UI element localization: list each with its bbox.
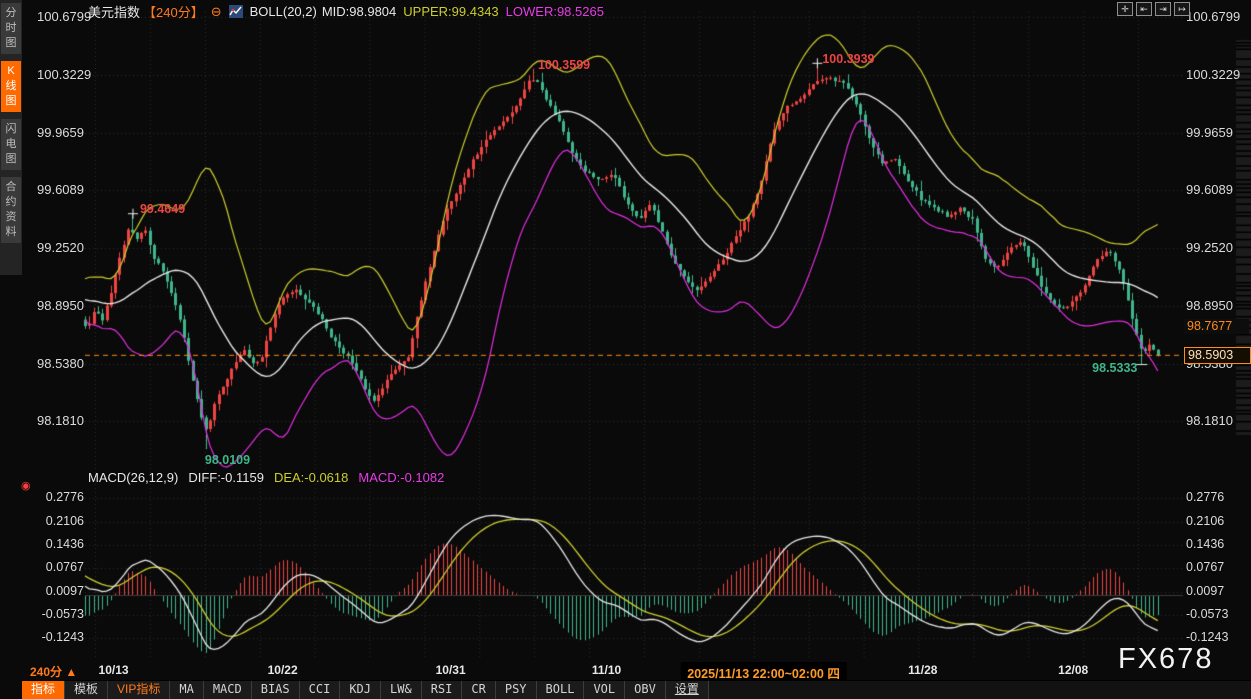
pan-right-icon[interactable]: ↦ [1174, 2, 1190, 16]
extreme-price-label: 100.3939 [822, 52, 874, 66]
price-tag-98.5903: 98.5903 [1184, 347, 1251, 364]
toolbar-item-模板[interactable]: 模板 [65, 681, 108, 699]
time-axis-label: 10/13 [99, 663, 129, 677]
macd-axis-label: 0.2776 [0, 490, 84, 504]
boll-label: BOLL(20,2) [250, 4, 317, 19]
red-dot-icon[interactable]: ◉ [21, 479, 31, 492]
toolbar-item-BIAS[interactable]: BIAS [252, 681, 300, 699]
macd-dea-value: DEA:-0.0618 [274, 470, 348, 485]
boll-indicator-icon[interactable] [229, 5, 243, 18]
price-axis-label: 99.6089 [37, 182, 84, 197]
indicator-toolbar: 指标模板VIP指标MAMACDBIASCCIKDJLW&RSICRPSYBOLL… [22, 680, 1251, 699]
macd-axis-label: -0.0573 [1186, 607, 1228, 621]
macd-diff-value: DIFF:-0.1159 [188, 470, 264, 485]
boll-upper-value: UPPER:99.4343 [403, 4, 498, 19]
time-axis-label: 11/28 [908, 663, 937, 677]
boll-mid-value: MID:98.9804 [322, 4, 396, 19]
price-axis-label: 99.9659 [1186, 125, 1233, 140]
macd-axis-label: 0.1436 [0, 537, 84, 551]
toolbar-item-CR[interactable]: CR [462, 681, 495, 699]
time-axis: 240分 ▲ 2025/11/13 22:00~02:00 四 10/1310/… [0, 662, 1251, 681]
price-chart-canvas[interactable] [0, 0, 1251, 662]
toolbar-item-指标[interactable]: 指标 [22, 681, 65, 699]
macd-axis-label: -0.0573 [0, 607, 84, 621]
sidebar-item-闪电图[interactable]: 闪电图 [1, 119, 21, 170]
macd-axis-label: 0.0097 [0, 584, 84, 598]
time-axis-label: 10/31 [436, 663, 466, 677]
chart-type-sidebar: 分时图 K线图闪电图合约资料 [0, 0, 22, 275]
sidebar-item-K线图[interactable]: K线图 [1, 61, 21, 112]
macd-title: MACD(26,12,9) [88, 470, 178, 485]
sidebar-item-分时图[interactable]: 分时图 [1, 3, 21, 54]
compress-x-left-icon[interactable]: ⇤ [1136, 2, 1152, 16]
toolbar-item-设置[interactable]: 设置 [666, 681, 709, 699]
macd-axis-label: -0.1243 [1186, 630, 1228, 644]
price-axis-label: 99.9659 [37, 125, 84, 140]
price-axis-label: 100.3229 [1186, 67, 1240, 82]
macd-axis-label: 0.0767 [0, 560, 84, 574]
macd-axis-label: 0.0097 [1186, 584, 1224, 598]
macd-macd-value: MACD:-0.1082 [358, 470, 444, 485]
price-axis-label: 100.6799 [37, 9, 91, 24]
macd-axis-label: 0.1436 [1186, 537, 1224, 551]
price-axis-label: 100.6799 [1186, 9, 1240, 24]
time-axis-label: 10/22 [268, 663, 298, 677]
macd-axis-label: 0.0767 [1186, 560, 1224, 574]
toolbar-item-PSY[interactable]: PSY [496, 681, 537, 699]
toolbar-item-KDJ[interactable]: KDJ [340, 681, 381, 699]
macd-axis-label: 0.2106 [0, 514, 84, 528]
price-axis-label: 98.8950 [37, 298, 84, 313]
chart-toolbox: ✛⇤⇥↦ [1117, 2, 1190, 16]
toolbar-item-MA[interactable]: MA [170, 681, 203, 699]
macd-axis-label: 0.2106 [1186, 514, 1224, 528]
macd-axis-label: 0.2776 [1186, 490, 1224, 504]
toolbar-item-CCI[interactable]: CCI [300, 681, 341, 699]
boll-lower-value: LOWER:98.5265 [506, 4, 604, 19]
collapse-icon[interactable]: ⊖ [211, 4, 222, 20]
crosshair-icon[interactable]: ✛ [1117, 2, 1133, 16]
price-axis-label: 99.2520 [37, 240, 84, 255]
time-axis-label: 11/10 [592, 663, 621, 677]
price-axis-label: 100.3229 [37, 67, 91, 82]
toolbar-item-LW&[interactable]: LW& [381, 681, 422, 699]
price-axis-label: 98.1810 [37, 413, 84, 428]
chart-header: 美元指数 【240分】 ⊖ BOLL(20,2) MID:98.9804 UPP… [88, 2, 604, 21]
macd-header: MACD(26,12,9) DIFF:-0.1159 DEA:-0.0618 M… [88, 470, 444, 485]
interval-label[interactable]: 240分 ▲ [30, 663, 77, 680]
extreme-price-label: 98.5333 [1092, 361, 1137, 375]
toolbar-item-RSI[interactable]: RSI [422, 681, 463, 699]
compress-x-right-icon[interactable]: ⇥ [1155, 2, 1171, 16]
sidebar-item-合约资料[interactable]: 合约资料 [1, 177, 21, 243]
extreme-price-label: 100.3599 [538, 58, 590, 72]
price-tag-98.7677: 98.7677 [1184, 319, 1249, 334]
price-axis-label: 99.6089 [1186, 182, 1233, 197]
price-axis-label: 99.2520 [1186, 240, 1233, 255]
trading-terminal: 美元指数 【240分】 ⊖ BOLL(20,2) MID:98.9804 UPP… [0, 0, 1251, 699]
extreme-price-label: 98.0109 [205, 453, 250, 467]
macd-axis-label: -0.1243 [0, 630, 84, 644]
toolbar-item-BOLL[interactable]: BOLL [537, 681, 585, 699]
extreme-price-label: 99.4649 [140, 202, 185, 216]
time-axis-label: 12/08 [1058, 663, 1088, 677]
interval-badge: 【240分】 [143, 2, 204, 21]
price-axis-label: 98.5380 [37, 356, 84, 371]
toolbar-item-MACD[interactable]: MACD [204, 681, 252, 699]
price-axis-label: 98.8950 [1186, 298, 1233, 313]
toolbar-item-VOL[interactable]: VOL [584, 681, 625, 699]
toolbar-item-OBV[interactable]: OBV [625, 681, 666, 699]
symbol-title: 美元指数 [88, 2, 140, 21]
price-axis-label: 98.1810 [1186, 413, 1233, 428]
toolbar-item-VIP指标[interactable]: VIP指标 [108, 681, 170, 699]
